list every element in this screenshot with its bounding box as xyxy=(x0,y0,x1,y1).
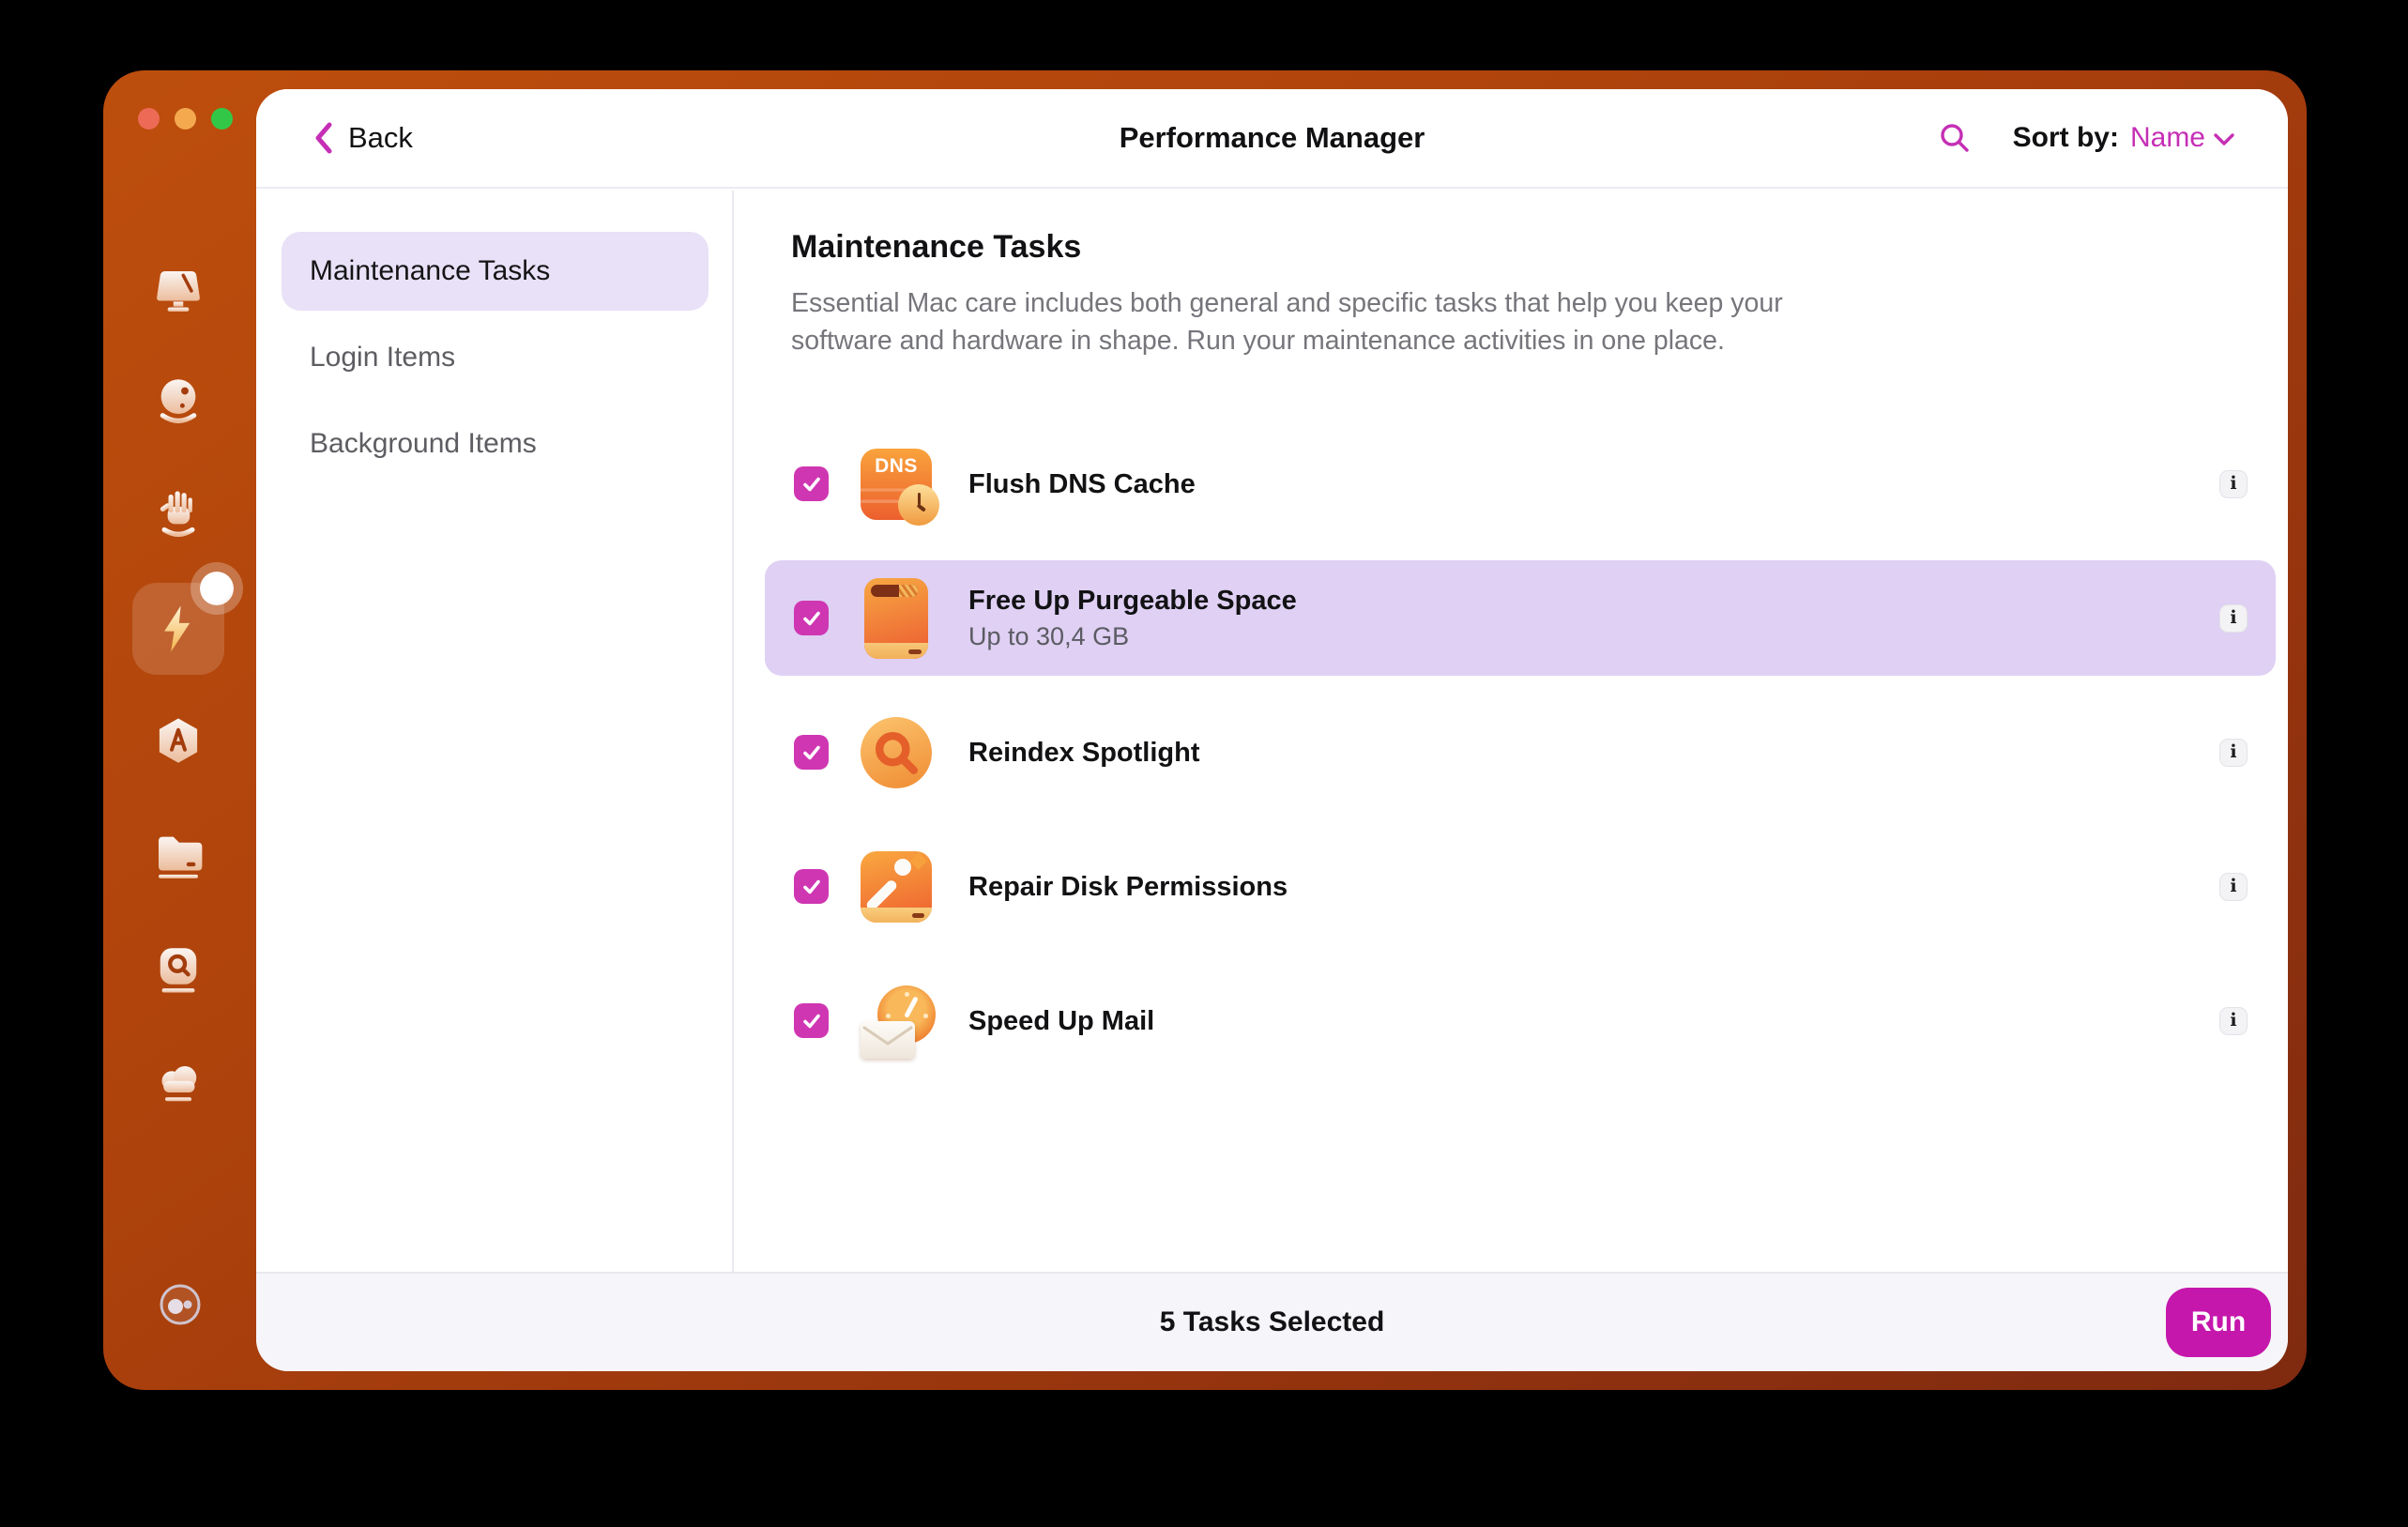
info-button[interactable]: i xyxy=(2219,469,2248,498)
checkbox-checked[interactable] xyxy=(794,1003,829,1038)
chevron-left-icon xyxy=(315,122,332,154)
magnifier-icon xyxy=(875,731,918,774)
content-panel: Back Performance Manager Sort by: Name M… xyxy=(256,89,2288,1371)
checkbox-checked[interactable] xyxy=(794,735,829,770)
search-icon[interactable] xyxy=(1938,121,1972,155)
checkmark-icon xyxy=(802,879,820,893)
task-row-speed-up-mail[interactable]: Speed Up Mail i xyxy=(765,963,2276,1078)
header-actions: Sort by: Name xyxy=(1938,89,2235,187)
rail-item-space-lens[interactable] xyxy=(152,943,205,996)
chevron-down-icon[interactable] xyxy=(2213,132,2235,147)
checkmark-icon xyxy=(802,477,820,491)
checkbox-checked[interactable] xyxy=(794,601,829,635)
checkmark-icon xyxy=(802,745,820,759)
info-button[interactable]: i xyxy=(2219,738,2248,767)
clock-badge-icon xyxy=(898,483,939,526)
space-lens-icon xyxy=(160,948,197,993)
section-description: Essential Mac care includes both general… xyxy=(791,288,1783,356)
task-list: DNS Flush DNS Cache i Free Up Purgeable … xyxy=(765,426,2276,1097)
sidebar-item-login-items[interactable]: Login Items xyxy=(282,318,709,397)
section-heading: Maintenance Tasks xyxy=(791,229,1082,265)
rail-item-applications[interactable] xyxy=(152,715,205,768)
sort-by-label: Sort by: xyxy=(2012,122,2119,153)
sidebar-item-maintenance-tasks[interactable]: Maintenance Tasks xyxy=(282,232,709,311)
applications-icon xyxy=(159,718,198,763)
checkbox-checked[interactable] xyxy=(794,869,829,904)
zoom-window-button[interactable] xyxy=(211,108,233,130)
dns-task-icon: DNS xyxy=(861,448,939,526)
info-icon: i xyxy=(2230,741,2237,762)
repair-disk-icon xyxy=(861,850,932,923)
info-icon: i xyxy=(2230,607,2237,628)
app-window: Back Performance Manager Sort by: Name M… xyxy=(103,70,2307,1390)
checkbox-checked[interactable] xyxy=(794,466,829,501)
rail-item-files[interactable] xyxy=(152,828,205,880)
spotlight-task-icon xyxy=(861,716,932,788)
checkmark-icon xyxy=(802,611,820,625)
info-icon: i xyxy=(2230,473,2237,494)
storage-cloud-icon xyxy=(161,1066,197,1102)
protection-hand-icon xyxy=(160,491,195,537)
task-row-reindex-spotlight[interactable]: Reindex Spotlight i xyxy=(765,695,2276,810)
task-label: Free Up Purgeable Space xyxy=(968,586,1297,616)
assistant-icon xyxy=(160,1284,201,1325)
files-folder-icon xyxy=(159,836,203,878)
info-icon: i xyxy=(2230,1010,2237,1031)
rail-item-storage[interactable] xyxy=(152,1053,205,1106)
back-label: Back xyxy=(348,121,413,154)
vertical-divider xyxy=(732,191,734,1272)
task-label: Repair Disk Permissions xyxy=(968,871,1288,902)
close-window-button[interactable] xyxy=(138,108,160,130)
cleanup-ball-icon xyxy=(160,379,197,424)
task-text-block: Free Up Purgeable Space Up to 30,4 GB xyxy=(968,584,1297,652)
task-row-repair-disk-permissions[interactable]: Repair Disk Permissions i xyxy=(765,829,2276,944)
info-button[interactable]: i xyxy=(2219,603,2248,633)
checkmark-icon xyxy=(802,1014,820,1028)
mail-speed-icon xyxy=(861,985,936,1059)
info-icon: i xyxy=(2230,876,2237,896)
info-button[interactable]: i xyxy=(2219,1006,2248,1035)
purgeable-disk-icon xyxy=(861,577,932,659)
task-subtitle: Up to 30,4 GB xyxy=(968,622,1130,650)
task-label: Flush DNS Cache xyxy=(968,468,1196,499)
sidebar-item-background-items[interactable]: Background Items xyxy=(282,405,709,483)
envelope-icon xyxy=(861,1020,915,1059)
dns-icon-text: DNS xyxy=(875,454,918,477)
tasks-selected-status: 5 Tasks Selected xyxy=(1159,1306,1385,1337)
rail-item-assistant[interactable] xyxy=(159,1283,202,1326)
header-bar: Back Performance Manager Sort by: Name xyxy=(256,89,2288,189)
task-label: Reindex Spotlight xyxy=(968,737,1200,768)
footer-bar: 5 Tasks Selected Run xyxy=(256,1272,2288,1371)
sidebar-nav: Maintenance Tasks Login Items Background… xyxy=(282,232,709,483)
task-row-free-up-purgeable-space[interactable]: Free Up Purgeable Space Up to 30,4 GB i xyxy=(765,560,2276,676)
notification-badge xyxy=(200,572,234,605)
rail-item-cleanup[interactable] xyxy=(152,374,205,427)
task-label: Speed Up Mail xyxy=(968,1005,1155,1036)
rail-item-smart-care[interactable] xyxy=(152,265,205,317)
display-icon xyxy=(157,271,200,312)
back-button[interactable]: Back xyxy=(314,89,413,187)
info-button[interactable]: i xyxy=(2219,872,2248,901)
performance-lightning-icon xyxy=(164,605,191,652)
sort-value-dropdown[interactable]: Name xyxy=(2130,122,2205,154)
section-intro: Maintenance Tasks Essential Mac care inc… xyxy=(791,226,1805,359)
rail-item-protection[interactable] xyxy=(152,487,205,540)
run-button[interactable]: Run xyxy=(2166,1288,2271,1357)
desktop-background: Back Performance Manager Sort by: Name M… xyxy=(0,0,2408,1527)
rail-item-performance-selected[interactable] xyxy=(132,572,234,675)
minimize-window-button[interactable] xyxy=(175,108,196,130)
task-row-flush-dns[interactable]: DNS Flush DNS Cache i xyxy=(765,426,2276,542)
